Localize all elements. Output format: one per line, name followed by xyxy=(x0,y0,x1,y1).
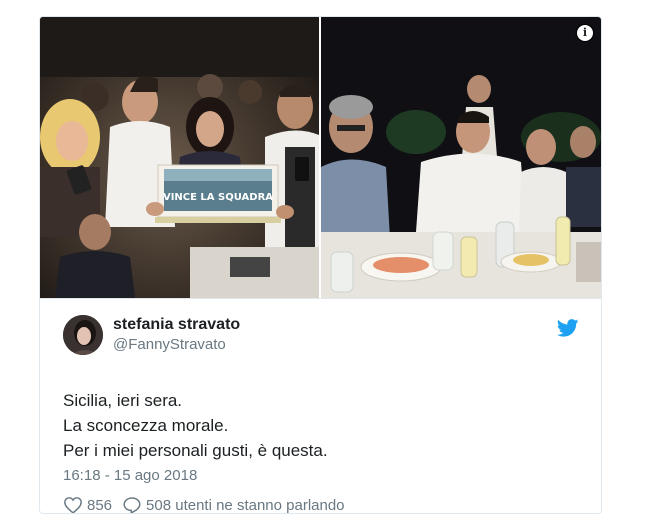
like-button[interactable]: 856 xyxy=(63,496,113,514)
conversation-text: 508 utenti ne stanno parlando xyxy=(146,496,345,514)
photo-cake-party[interactable]: VINCE LA SQUADRA xyxy=(40,17,319,298)
photo-dinner-table[interactable]: i xyxy=(321,17,601,298)
cake-text: VINCE LA SQUADRA xyxy=(163,192,273,203)
twitter-bird-icon[interactable] xyxy=(556,319,579,337)
tweet-photos: VINCE LA SQUADRA i xyxy=(40,17,601,298)
avatar[interactable] xyxy=(63,315,103,355)
tweet-card[interactable]: VINCE LA SQUADRA i stefania stravato @Fa… xyxy=(39,16,602,514)
author-name[interactable]: stefania stravato xyxy=(113,316,240,334)
tweet-body: stefania stravato @FannyStravato Sicilia… xyxy=(40,298,601,514)
tweet-text-line: La sconcezza morale. xyxy=(63,416,229,435)
tweet-timestamp[interactable]: 16:18 - 15 ago 2018 xyxy=(63,467,197,484)
tweet-text-line: Per i miei personali gusti, è questa. xyxy=(63,441,328,460)
heart-icon xyxy=(64,497,82,513)
info-icon[interactable]: i xyxy=(577,25,593,41)
tweet-text: Sicilia, ieri sera. La sconcezza morale.… xyxy=(63,388,583,463)
tweet-text-line: Sicilia, ieri sera. xyxy=(63,391,183,410)
conversation-link[interactable]: 508 utenti ne stanno parlando xyxy=(122,496,345,514)
speech-bubble-icon xyxy=(123,497,141,513)
tweet-actions: 856 508 utenti ne stanno parlando xyxy=(63,496,355,514)
author-handle[interactable]: @FannyStravato xyxy=(113,336,226,353)
likes-count: 856 xyxy=(87,496,113,514)
